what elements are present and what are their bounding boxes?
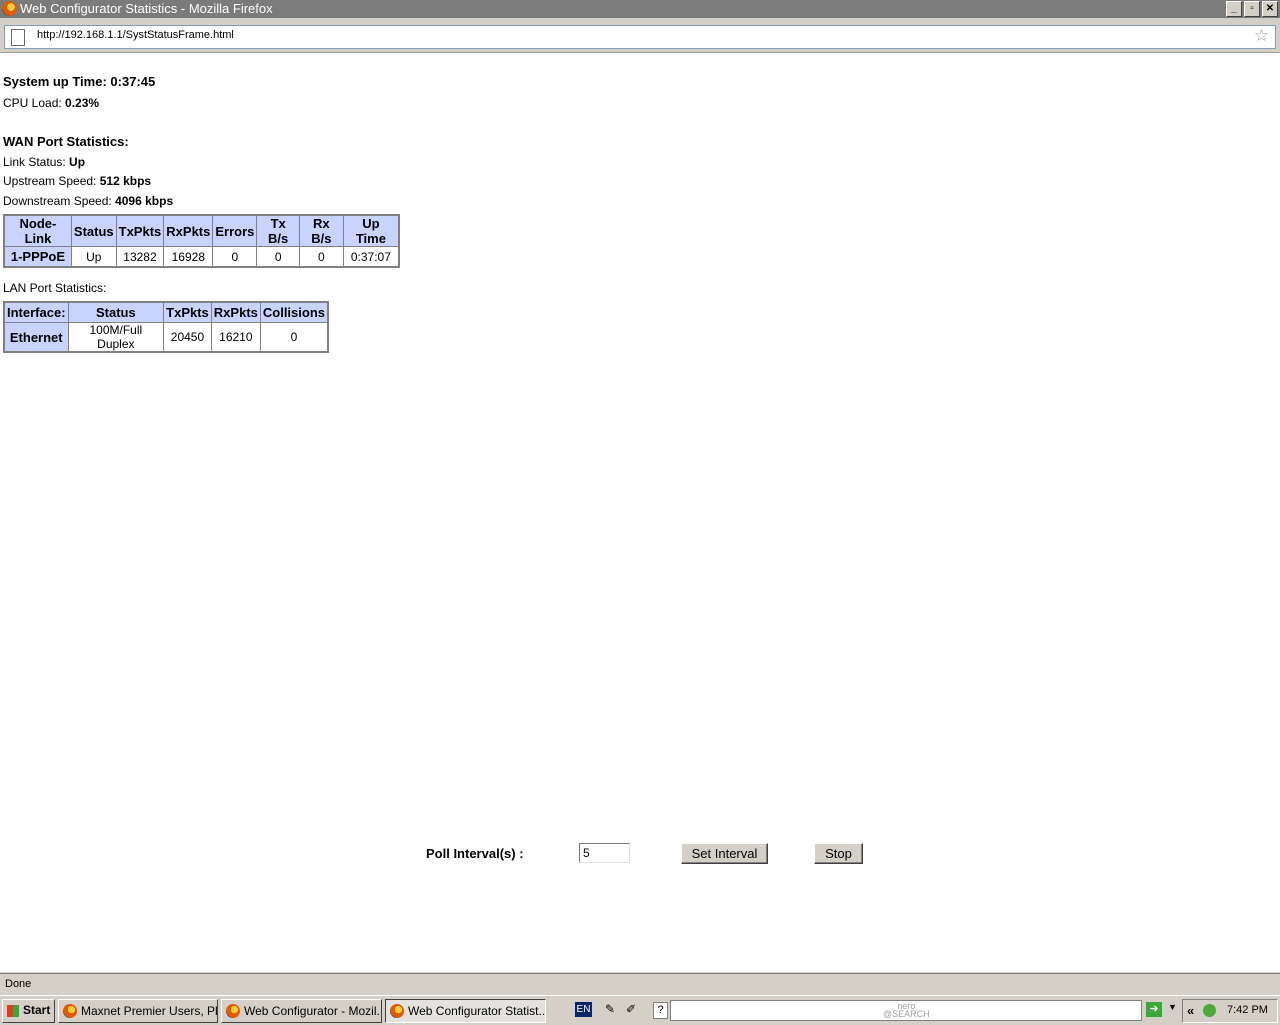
upstream-label: Upstream Speed: — [3, 174, 97, 188]
system-uptime: System up Time: 0:37:45 — [3, 74, 155, 89]
table-row: 1-PPPoE Up 13282 16928 0 0 0 0:37:07 — [3, 246, 400, 268]
tray-expand-button[interactable]: « — [1187, 1003, 1194, 1018]
link-status-label: Link Status: — [3, 155, 66, 169]
taskbar-item-web-configurator[interactable]: Web Configurator - Mozil... — [221, 999, 382, 1023]
cpu-label: CPU Load: — [3, 96, 62, 110]
column-header: Rx B/s — [298, 214, 344, 247]
table-header-row: Interface: Status TxPkts RxPkts Collisio… — [3, 301, 329, 323]
column-header: Tx B/s — [256, 214, 300, 247]
lan-stats-table: Interface: Status TxPkts RxPkts Collisio… — [3, 301, 329, 353]
link-status-value: Up — [69, 155, 86, 169]
column-header: Collisions — [259, 301, 329, 323]
firefox-icon — [226, 1004, 240, 1018]
table-header-row: Node-Link Status TxPkts RxPkts Errors Tx… — [3, 214, 400, 247]
column-header: Errors — [212, 214, 258, 247]
table-cell: 0 — [256, 246, 300, 268]
navigation-toolbar: http://192.168.1.1/SystStatusFrame.html … — [0, 18, 1280, 53]
firefox-icon — [390, 1004, 404, 1018]
link-status: Link Status: Up — [3, 155, 85, 169]
uptime-value: 0:37:45 — [110, 74, 156, 89]
cpu-value: 0.23% — [65, 96, 100, 110]
clock[interactable]: 7:42 PM — [1227, 1004, 1268, 1016]
table-cell: Ethernet — [3, 322, 69, 353]
close-button[interactable]: ✕ — [1262, 1, 1278, 17]
downstream-label: Downstream Speed: — [3, 194, 112, 208]
lan-heading: LAN Port Statistics: — [3, 281, 107, 295]
table-cell: 16928 — [163, 246, 214, 268]
pen-icon[interactable]: ✎ — [605, 1002, 615, 1016]
start-button[interactable]: Start — [2, 999, 55, 1023]
set-interval-button[interactable]: Set Interval — [681, 843, 768, 864]
network-icon[interactable] — [1203, 1004, 1216, 1017]
column-header: RxPkts — [163, 214, 214, 247]
table-cell: 20450 — [163, 322, 212, 353]
wan-stats-table: Node-Link Status TxPkts RxPkts Errors Tx… — [3, 214, 400, 268]
downstream-speed: Downstream Speed: 4096 kbps — [3, 194, 173, 208]
downstream-value: 4096 kbps — [115, 194, 174, 208]
page-icon — [11, 29, 25, 46]
table-cell: Up — [70, 246, 117, 268]
upstream-value: 512 kbps — [99, 174, 152, 188]
table-cell: 0 — [298, 246, 344, 268]
stop-button[interactable]: Stop — [814, 843, 863, 864]
column-header: Node-Link — [3, 214, 72, 247]
firefox-icon — [63, 1004, 77, 1018]
table-row: Ethernet 100M/Full Duplex 20450 16210 0 — [3, 322, 329, 353]
maximize-button[interactable]: ▫ — [1244, 1, 1260, 17]
taskbar-item-maxnet[interactable]: Maxnet Premier Users, Pl... — [58, 999, 218, 1023]
column-header: Interface: — [3, 301, 69, 323]
minimize-button[interactable]: _ — [1226, 1, 1242, 17]
status-bar: Done — [0, 973, 1280, 995]
column-header: RxPkts — [210, 301, 261, 323]
wan-heading: WAN Port Statistics: — [3, 134, 129, 149]
firefox-icon — [2, 1, 17, 16]
table-cell: 16210 — [210, 322, 261, 353]
window-controls: _ ▫ ✕ — [1226, 1, 1278, 17]
system-tray: « 7:42 PM — [1182, 999, 1278, 1023]
column-header: Status — [67, 301, 165, 323]
poll-interval-label: Poll Interval(s) : — [426, 846, 524, 861]
status-text: Done — [5, 978, 32, 990]
search-brand-sub: @SEARCH — [883, 1009, 930, 1019]
go-arrow-icon[interactable]: ➔ — [1146, 1002, 1162, 1017]
task-label: Maxnet Premier Users, Pl... — [81, 1004, 218, 1018]
nero-search-logo: nero @SEARCH — [883, 1002, 930, 1019]
table-cell: 0 — [212, 246, 258, 268]
table-cell: 100M/Full Duplex — [67, 322, 165, 353]
taskbar: Start Maxnet Premier Users, Pl... Web Co… — [0, 995, 1280, 1025]
start-label: Start — [23, 1003, 51, 1017]
url-text: http://192.168.1.1/SystStatusFrame.html — [37, 29, 234, 41]
window-title: Web Configurator Statistics - Mozilla Fi… — [20, 1, 273, 16]
edit-icon[interactable]: ✐ — [626, 1002, 636, 1016]
cpu-load: CPU Load: 0.23% — [3, 96, 99, 110]
upstream-speed: Upstream Speed: 512 kbps — [3, 174, 151, 188]
task-label: Web Configurator - Mozil... — [244, 1004, 382, 1018]
taskbar-item-statistics[interactable]: Web Configurator Statist... — [385, 999, 546, 1023]
url-field[interactable]: http://192.168.1.1/SystStatusFrame.html … — [4, 25, 1276, 49]
task-label: Web Configurator Statist... — [408, 1004, 546, 1018]
uptime-label: System up Time: — [3, 74, 107, 89]
search-input[interactable]: nero @SEARCH — [670, 1000, 1142, 1021]
poll-interval-input[interactable] — [579, 843, 630, 863]
table-cell: 13282 — [115, 246, 165, 268]
language-indicator[interactable]: EN — [575, 1002, 592, 1017]
table-cell: 0:37:07 — [342, 246, 400, 268]
column-header: TxPkts — [163, 301, 212, 323]
column-header: TxPkts — [115, 214, 165, 247]
window-title-bar[interactable]: Web Configurator Statistics - Mozilla Fi… — [0, 0, 1280, 18]
column-header: Status — [70, 214, 117, 247]
table-cell: 1-PPPoE — [3, 246, 72, 268]
page-content: System up Time: 0:37:45 CPU Load: 0.23% … — [0, 53, 1280, 972]
windows-logo-icon — [7, 1005, 19, 1017]
column-header: Up Time — [342, 214, 400, 247]
star-icon[interactable]: ☆ — [1254, 27, 1269, 45]
help-icon[interactable]: ? — [653, 1002, 668, 1019]
table-cell: 0 — [259, 322, 329, 353]
chevron-down-icon[interactable]: ▼ — [1168, 1002, 1177, 1012]
